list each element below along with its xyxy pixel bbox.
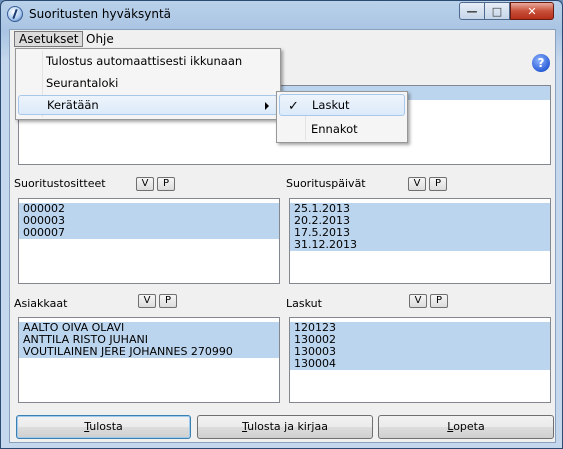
label-suoritustositteet: Suoritustositteet xyxy=(14,177,106,190)
title-bar[interactable]: Suoritusten hyväksyntä — □ ✕ xyxy=(1,1,562,27)
menu-settings-label: Asetukset xyxy=(19,32,79,46)
suorituspaivat-v-button[interactable]: V xyxy=(408,177,426,191)
submenu-arrow-icon xyxy=(265,102,269,110)
label-asiakkaat: Asiakkaat xyxy=(14,297,68,310)
window-frame: Suoritusten hyväksyntä — □ ✕ Asetukset O… xyxy=(0,0,563,449)
close-icon: ✕ xyxy=(527,4,537,18)
list-item[interactable]: 31.12.2013 xyxy=(290,239,550,251)
submenu-item-label: Ennakot xyxy=(311,122,358,136)
print-button[interactable]: Tulosta xyxy=(16,415,191,439)
submenu-item-ennakot[interactable]: Ennakot xyxy=(279,118,405,140)
menu-settings[interactable]: Asetukset xyxy=(14,31,84,47)
checkmark-icon: ✓ xyxy=(288,99,299,114)
menu-help[interactable]: Ohje xyxy=(82,31,118,47)
asiakkaat-v-button[interactable]: V xyxy=(138,294,156,308)
laskut-p-button[interactable]: P xyxy=(430,294,448,308)
minimize-button[interactable]: — xyxy=(459,2,485,20)
label-laskut: Laskut xyxy=(286,297,322,310)
laskut-v-button[interactable]: V xyxy=(409,294,427,308)
menu-help-label: Ohje xyxy=(86,32,114,46)
window-title: Suoritusten hyväksyntä xyxy=(29,7,172,21)
asiakkaat-listbox[interactable]: AALTO OIVA OLAVI ANTTILA RISTO JUHANI VO… xyxy=(18,317,280,403)
minimize-icon: — xyxy=(466,4,478,18)
laskut-listbox[interactable]: 120123 130002 130003 130004 xyxy=(289,317,551,403)
menu-item-tracking-log[interactable]: Seurantaloki xyxy=(18,73,278,93)
suorituspaivat-listbox[interactable]: 25.1.2013 20.2.2013 17.5.2013 31.12.2013 xyxy=(289,198,551,284)
submenu-item-label: Laskut xyxy=(312,98,350,112)
list-item[interactable]: 130004 xyxy=(290,358,550,370)
print-and-book-label: ulosta ja kirjaa xyxy=(247,420,328,433)
menu-item-auto-print[interactable]: Tulostus automaattisesti ikkunaan xyxy=(18,51,278,71)
app-icon xyxy=(7,6,23,22)
exit-label: opeta xyxy=(453,420,485,433)
exit-button[interactable]: Lopeta xyxy=(378,415,554,439)
maximize-button[interactable]: □ xyxy=(485,2,510,20)
maximize-icon: □ xyxy=(491,4,503,18)
list-item[interactable]: 000007 xyxy=(19,227,279,239)
print-and-book-button[interactable]: Tulosta ja kirjaa xyxy=(197,415,373,439)
close-button[interactable]: ✕ xyxy=(510,2,554,20)
menu-item-label: Kerätään xyxy=(47,98,99,112)
print-label: ulosta xyxy=(89,420,123,433)
submenu-item-laskut[interactable]: ✓ Laskut xyxy=(279,94,405,116)
asiakkaat-p-button[interactable]: P xyxy=(159,294,177,308)
suoritustositteet-v-button[interactable]: V xyxy=(136,177,154,191)
menu-item-collect[interactable]: Kerätään xyxy=(18,95,278,115)
list-item[interactable]: VOUTILAINEN JERE JOHANNES 270990 xyxy=(19,346,279,358)
suorituspaivat-p-button[interactable]: P xyxy=(429,177,447,191)
suoritustositteet-listbox[interactable]: 000002 000003 000007 xyxy=(18,198,280,284)
label-suorituspaivat: Suorituspäivät xyxy=(286,177,366,190)
collect-submenu: ✓ Laskut Ennakot xyxy=(276,91,408,143)
suoritustositteet-p-button[interactable]: P xyxy=(157,177,175,191)
menu-item-label: Seurantaloki xyxy=(46,76,119,90)
menu-bar: Asetukset Ohje xyxy=(10,30,555,48)
settings-dropdown-menu: Tulostus automaattisesti ikkunaan Seuran… xyxy=(15,48,281,120)
menu-item-label: Tulostus automaattisesti ikkunaan xyxy=(46,54,243,68)
help-icon[interactable]: ? xyxy=(532,54,550,72)
